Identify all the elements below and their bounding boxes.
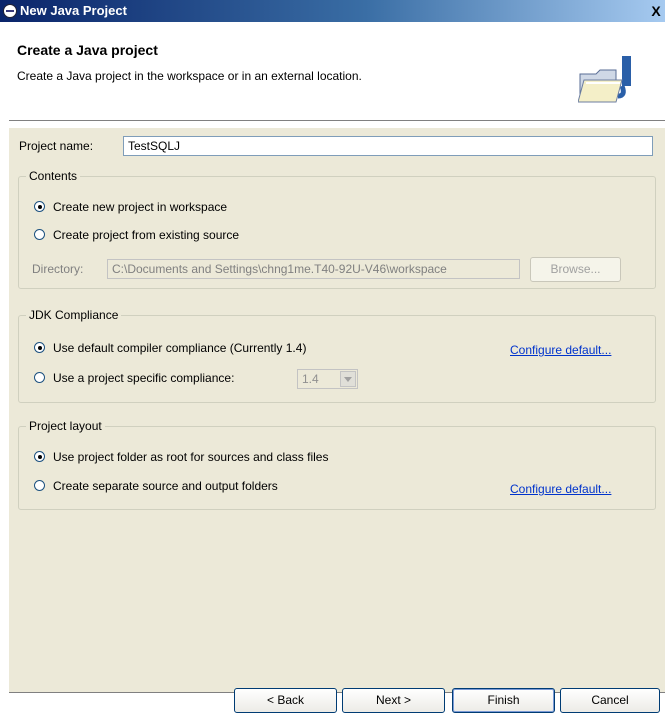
java-project-folder-icon [578,56,631,103]
separate-folders-radio[interactable]: Create separate source and output folder… [34,479,278,493]
project-layout-group-title: Project layout [26,419,105,433]
compliance-level-value: 1.4 [302,372,319,386]
wizard-body: Project name: Contents Create new projec… [9,128,665,692]
create-new-project-radio[interactable]: Create new project in workspace [34,200,227,214]
create-from-source-radio[interactable]: Create project from existing source [34,228,239,242]
jdk-compliance-group: JDK Compliance [18,308,656,403]
project-layout-group: Project layout [18,419,656,510]
layout-configure-default-link[interactable]: Configure default... [510,482,611,496]
compliance-level-select[interactable]: 1.4 [297,369,358,389]
finish-button[interactable]: Finish [452,688,555,713]
next-button[interactable]: Next > [342,688,445,713]
radio-indicator [34,372,45,384]
default-compliance-label: Use default compiler compliance (Current… [53,341,307,355]
chevron-down-icon [340,371,356,387]
radio-indicator [34,201,45,213]
project-folder-root-label: Use project folder as root for sources a… [53,450,329,464]
jdk-configure-default-link[interactable]: Configure default... [510,343,611,357]
radio-indicator [34,229,45,241]
close-icon[interactable]: X [648,3,664,19]
separate-folders-label: Create separate source and output folder… [53,479,278,493]
default-compliance-radio[interactable]: Use default compiler compliance (Current… [34,341,306,355]
radio-indicator [34,451,45,463]
contents-group-title: Contents [26,169,81,183]
directory-input[interactable] [107,259,520,279]
create-from-source-label: Create project from existing source [53,228,240,242]
page-title: Create a Java project [17,42,158,58]
project-name-label: Project name: [19,139,94,153]
radio-indicator [34,342,45,354]
header-separator [9,120,665,122]
directory-label: Directory: [32,262,84,276]
jdk-compliance-group-title: JDK Compliance [26,308,122,322]
wizard-header: Create a Java project Create a Java proj… [9,35,665,119]
specific-compliance-radio[interactable]: Use a project specific compliance: [34,371,234,385]
back-button[interactable]: < Back [234,688,337,713]
page-description: Create a Java project in the workspace o… [17,69,362,83]
specific-compliance-label: Use a project specific compliance: [53,371,235,385]
eclipse-icon [3,4,17,18]
project-folder-root-radio[interactable]: Use project folder as root for sources a… [34,450,328,464]
cancel-button[interactable]: Cancel [560,688,660,713]
project-name-input[interactable] [123,136,653,156]
create-new-project-label: Create new project in workspace [53,200,228,214]
title-bar: New Java Project X [0,0,665,22]
radio-indicator [34,480,45,492]
browse-button[interactable]: Browse... [530,257,621,282]
window-title: New Java Project [20,3,127,18]
